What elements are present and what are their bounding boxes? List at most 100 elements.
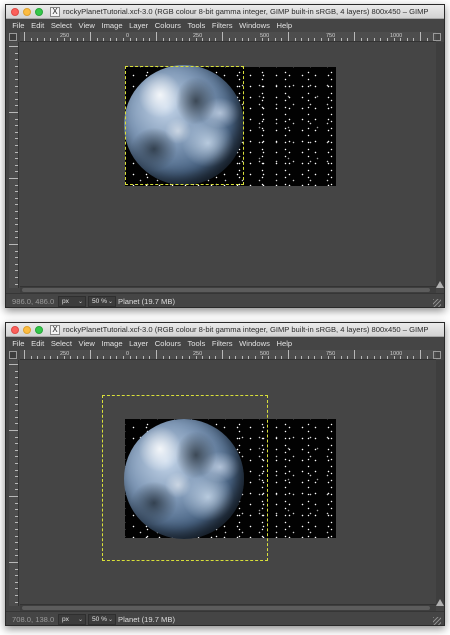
ruler-tick xyxy=(314,356,316,359)
close-window-button[interactable] xyxy=(11,326,19,334)
maximize-window-button[interactable] xyxy=(35,326,43,334)
ruler-tick xyxy=(327,38,329,41)
unit-select[interactable]: px ⌄ xyxy=(58,296,86,307)
vertical-ruler[interactable] xyxy=(9,42,19,288)
ruler-tick xyxy=(9,496,18,497)
menu-tools[interactable]: Tools xyxy=(184,337,208,350)
ruler-tick xyxy=(169,356,171,359)
title-bar[interactable]: X rockyPlanetTutorial.xcf-3.0 (RGB colou… xyxy=(6,323,444,337)
ruler-tick xyxy=(420,32,421,41)
menu-layer[interactable]: Layer xyxy=(126,19,152,32)
minimize-window-button[interactable] xyxy=(23,326,31,334)
quick-mask-toggle[interactable] xyxy=(9,33,17,41)
ruler-tick xyxy=(103,38,105,41)
vertical-scrollbar[interactable] xyxy=(436,42,444,286)
menu-select[interactable]: Select xyxy=(48,337,76,350)
zoom-select[interactable]: 50 % ⌄ xyxy=(88,296,116,307)
zoom-image-toggle[interactable] xyxy=(433,33,441,41)
ruler-tick xyxy=(15,217,18,219)
zoom-value: 50 % xyxy=(92,616,108,623)
horizontal-scrollbar[interactable] xyxy=(20,604,436,611)
zoom-value: 50 % xyxy=(92,298,108,305)
ruler-tick xyxy=(15,131,18,133)
horizontal-ruler[interactable]: 250 0 250 500 750 1000 xyxy=(20,32,436,42)
ruler-tick xyxy=(15,65,18,67)
ruler-tick xyxy=(37,356,39,359)
menu-help[interactable]: Help xyxy=(273,19,295,32)
ruler-tick xyxy=(347,356,349,359)
ruler-tick xyxy=(15,98,18,100)
horizontal-scrollbar[interactable] xyxy=(20,286,436,293)
ruler-tick xyxy=(9,178,18,179)
menu-windows[interactable]: Windows xyxy=(236,19,273,32)
ruler-tick xyxy=(393,356,395,359)
maximize-window-button[interactable] xyxy=(35,8,43,16)
menu-edit[interactable]: Edit xyxy=(28,19,48,32)
menu-bar: File Edit Select View Image Layer Colour… xyxy=(6,337,444,350)
resize-grip-icon[interactable] xyxy=(433,617,441,625)
resize-grip-icon[interactable] xyxy=(433,299,441,307)
navigate-arrow-icon[interactable] xyxy=(436,599,444,606)
ruler-tick xyxy=(15,85,18,87)
ruler-tick xyxy=(76,38,78,41)
ruler-tick xyxy=(334,356,336,359)
ruler-tick xyxy=(182,356,184,359)
menu-select[interactable]: Select xyxy=(48,19,76,32)
menu-windows[interactable]: Windows xyxy=(236,337,273,350)
vertical-ruler[interactable] xyxy=(9,360,19,606)
horizontal-ruler[interactable]: 250 0 250 500 750 1000 xyxy=(20,350,436,360)
title-bar[interactable]: X rockyPlanetTutorial.xcf-3.0 (RGB colou… xyxy=(6,5,444,19)
ruler-tick xyxy=(248,38,250,41)
menu-view[interactable]: View xyxy=(75,337,98,350)
ruler-tick xyxy=(195,356,197,359)
menu-tools[interactable]: Tools xyxy=(184,19,208,32)
close-window-button[interactable] xyxy=(11,8,19,16)
ruler-tick xyxy=(149,38,151,41)
ruler-tick xyxy=(83,356,85,359)
ruler-tick xyxy=(261,356,263,359)
ruler-tick xyxy=(15,588,18,590)
ruler-tick xyxy=(15,529,18,530)
ruler-tick xyxy=(15,230,18,232)
menu-file[interactable]: File xyxy=(9,337,28,350)
menu-file[interactable]: File xyxy=(9,19,28,32)
horizontal-scroll-thumb[interactable] xyxy=(22,606,430,610)
ruler-tick xyxy=(281,356,283,359)
ruler-tick xyxy=(149,356,151,359)
ruler-tick xyxy=(15,575,18,577)
menu-edit[interactable]: Edit xyxy=(28,337,48,350)
horizontal-scroll-thumb[interactable] xyxy=(22,288,430,292)
menu-image[interactable]: Image xyxy=(98,19,126,32)
quick-mask-toggle[interactable] xyxy=(9,351,17,359)
menu-filters[interactable]: Filters xyxy=(209,337,236,350)
ruler-tick xyxy=(15,397,18,398)
menu-layer[interactable]: Layer xyxy=(126,337,152,350)
ruler-tick xyxy=(215,356,217,359)
layer-boundary-marquee xyxy=(125,66,244,185)
ruler-tick xyxy=(90,32,91,41)
ruler-tick xyxy=(37,38,39,41)
zoom-select[interactable]: 50 % ⌄ xyxy=(88,614,116,625)
zoom-image-toggle[interactable] xyxy=(433,351,441,359)
active-layer-info: Planet (19.7 MB) xyxy=(118,615,175,624)
vertical-scrollbar[interactable] xyxy=(436,360,444,604)
menu-view[interactable]: View xyxy=(75,19,98,32)
menu-filters[interactable]: Filters xyxy=(209,19,236,32)
ruler-tick xyxy=(15,250,18,252)
ruler-tick xyxy=(235,38,237,41)
image-canvas[interactable] xyxy=(20,361,436,605)
ruler-tick xyxy=(202,356,204,359)
ruler-tick xyxy=(136,38,138,41)
navigate-arrow-icon[interactable] xyxy=(436,281,444,288)
image-canvas[interactable] xyxy=(20,43,436,287)
minimize-window-button[interactable] xyxy=(23,8,31,16)
ruler-tick xyxy=(255,356,256,359)
unit-select[interactable]: px ⌄ xyxy=(58,614,86,625)
menu-help[interactable]: Help xyxy=(273,337,295,350)
menu-colours[interactable]: Colours xyxy=(151,337,184,350)
ruler-tick xyxy=(83,38,85,41)
ruler-tick xyxy=(208,356,210,359)
menu-image[interactable]: Image xyxy=(98,337,126,350)
menu-colours[interactable]: Colours xyxy=(151,19,184,32)
ruler-tick xyxy=(426,356,428,359)
